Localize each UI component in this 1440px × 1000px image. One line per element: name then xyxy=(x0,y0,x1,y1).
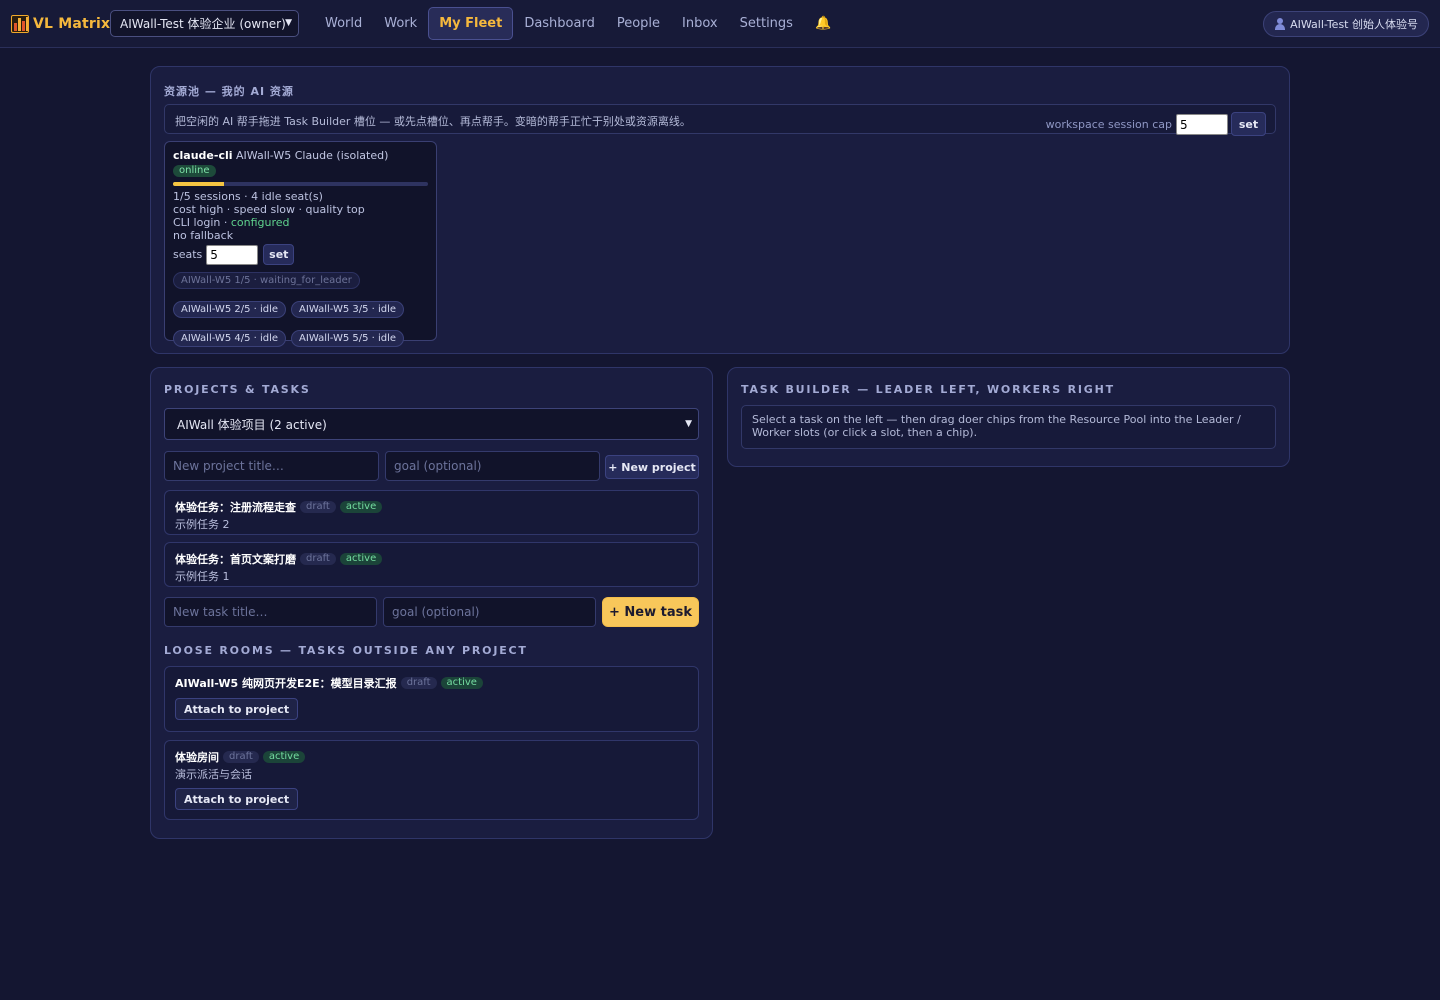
project-select[interactable]: AIWall 体验项目 (2 active) ▼ xyxy=(164,408,699,440)
cli-login-status: configured xyxy=(230,216,290,229)
draft-badge: draft xyxy=(400,677,437,689)
task-title-row: 体验任务：首页文案打磨 draft active xyxy=(175,551,688,567)
active-badge: active xyxy=(262,751,306,763)
brand[interactable]: VL Matrix xyxy=(11,14,110,34)
cli-login-label: CLI login · xyxy=(173,216,231,229)
doer-header: claude-cli AIWall-W5 Claude (isolated) xyxy=(173,149,428,162)
chevron-down-icon: ▼ xyxy=(685,419,692,429)
user-menu-button[interactable]: AIWall-Test 创始人体验号 xyxy=(1263,11,1429,37)
matrix-logo-icon xyxy=(11,15,29,33)
workspace-select-value: AIWall-Test 体验企业 (owner) xyxy=(120,17,286,31)
doer-chip[interactable]: AIWall-W5 2/5 · idle xyxy=(173,301,287,318)
loose-room-card[interactable]: 体验房间 draft active 演示派活与会话 Attach to proj… xyxy=(164,740,699,820)
task-title: 体验任务：首页文案打磨 xyxy=(175,553,296,566)
attach-to-project-button[interactable]: Attach to project xyxy=(175,788,299,810)
doer-card[interactable]: claude-cli AIWall-W5 Claude (isolated) o… xyxy=(164,141,437,347)
draft-badge: draft xyxy=(223,751,259,763)
session-usage-meter-fill xyxy=(173,182,224,186)
new-project-goal-input[interactable]: goal (optional) xyxy=(385,451,600,481)
nav-work[interactable]: Work xyxy=(373,7,428,40)
nav-settings[interactable]: Settings xyxy=(729,7,804,40)
seats-input[interactable]: 5 xyxy=(206,244,259,265)
doer-sessions: 1/5 sessions · 4 idle seat(s) xyxy=(173,190,323,203)
room-title: AIWall-W5 纯网页开发E2E：模型目录汇报 xyxy=(175,677,397,690)
nav-inbox[interactable]: Inbox xyxy=(671,7,729,40)
task-builder-panel: TASK BUILDER — LEADER LEFT, WORKERS RIGH… xyxy=(727,367,1290,467)
attach-to-project-button[interactable]: Attach to project xyxy=(175,698,299,720)
seats-set-button[interactable]: set xyxy=(263,244,295,265)
bell-icon[interactable]: 🔔 xyxy=(804,7,842,40)
doer-name: AIWall-W5 Claude (isolated) xyxy=(236,149,389,162)
loose-room-card[interactable]: AIWall-W5 纯网页开发E2E：模型目录汇报 draft active A… xyxy=(164,666,699,732)
active-badge: active xyxy=(339,501,383,513)
task-builder-hint: Select a task on the left — then drag do… xyxy=(741,405,1276,449)
task-title-row: 体验房间 draft active xyxy=(175,749,688,765)
new-task-goal-input[interactable]: goal (optional) xyxy=(383,597,596,627)
loose-rooms-title: LOOSE ROOMS — TASKS OUTSIDE ANY PROJECT xyxy=(164,644,528,657)
resource-pool-info-bar: 把空闲的 AI 帮手拖进 Task Builder 槽位 — 或先点槽位、再点帮… xyxy=(164,104,1276,136)
nav-my-fleet[interactable]: My Fleet xyxy=(428,7,514,40)
user-icon xyxy=(1274,18,1286,30)
task-goal: 示例任务 1 xyxy=(175,570,230,583)
new-project-button[interactable]: + New project xyxy=(605,455,699,479)
resource-pool-title: 资源池 — 我的 AI 资源 xyxy=(164,85,294,98)
main-nav: World Work My Fleet Dashboard People Inb… xyxy=(314,7,842,40)
nav-dashboard[interactable]: Dashboard xyxy=(513,7,606,40)
project-select-value: AIWall 体验项目 (2 active) xyxy=(177,417,327,432)
session-usage-meter xyxy=(173,182,428,186)
session-cap-label: workspace session cap xyxy=(1045,118,1172,131)
nav-people[interactable]: People xyxy=(606,7,671,40)
room-goal: 演示派活与会话 xyxy=(175,768,252,781)
resource-pool-hint: 把空闲的 AI 帮手拖进 Task Builder 槽位 — 或先点槽位、再点帮… xyxy=(175,115,691,128)
projects-panel: PROJECTS & TASKS AIWall 体验项目 (2 active) … xyxy=(150,367,713,839)
task-title-row: AIWall-W5 纯网页开发E2E：模型目录汇报 draft active xyxy=(175,675,688,691)
status-badge: online xyxy=(173,165,216,177)
session-cap-set-button[interactable]: set xyxy=(1231,112,1266,136)
task-title-row: 体验任务：注册流程走查 draft active xyxy=(175,499,688,515)
doer-chip[interactable]: AIWall-W5 3/5 · idle xyxy=(291,301,405,318)
top-nav-bar: VL Matrix AIWall-Test 体验企业 (owner) ▼ Wor… xyxy=(0,0,1440,48)
doer-fallback: no fallback xyxy=(173,229,234,242)
doer-profile: cost high · speed slow · quality top xyxy=(173,203,365,216)
task-title: 体验任务：注册流程走查 xyxy=(175,501,296,514)
task-goal: 示例任务 2 xyxy=(175,518,230,531)
seats-label: seats xyxy=(173,248,203,261)
doer-cli-login: CLI login · configured xyxy=(173,216,428,229)
resource-pool-panel: 资源池 — 我的 AI 资源 把空闲的 AI 帮手拖进 Task Builder… xyxy=(150,66,1290,354)
workspace-select[interactable]: AIWall-Test 体验企业 (owner) ▼ xyxy=(110,10,299,37)
task-card[interactable]: 体验任务：注册流程走查 draft active 示例任务 2 xyxy=(164,490,699,535)
new-task-button[interactable]: + New task xyxy=(602,597,699,627)
projects-title: PROJECTS & TASKS xyxy=(164,383,311,396)
seats-row: seats 5 set xyxy=(173,244,428,265)
task-card[interactable]: 体验任务：首页文案打磨 draft active 示例任务 1 xyxy=(164,542,699,587)
active-badge: active xyxy=(440,677,483,689)
doer-chip[interactable]: AIWall-W5 1/5 · waiting_for_leader xyxy=(173,272,360,289)
chevron-down-icon: ▼ xyxy=(285,18,292,28)
active-badge: active xyxy=(339,553,383,565)
draft-badge: draft xyxy=(300,553,336,565)
doer-details: 1/5 sessions · 4 idle seat(s) cost high … xyxy=(173,190,428,242)
doer-chips: AIWall-W5 1/5 · waiting_for_leader AIWal… xyxy=(173,272,428,347)
doer-chip[interactable]: AIWall-W5 4/5 · idle xyxy=(173,330,287,347)
new-task-title-input[interactable]: New task title… xyxy=(164,597,377,627)
nav-world[interactable]: World xyxy=(314,7,373,40)
doer-chip[interactable]: AIWall-W5 5/5 · idle xyxy=(291,330,405,347)
room-title: 体验房间 xyxy=(175,751,219,764)
session-cap-input[interactable]: 5 xyxy=(1176,114,1228,135)
task-builder-title: TASK BUILDER — LEADER LEFT, WORKERS RIGH… xyxy=(741,383,1115,396)
doer-kind: claude-cli xyxy=(173,149,233,162)
user-name: AIWall-Test 创始人体验号 xyxy=(1290,18,1418,31)
new-project-title-input[interactable]: New project title… xyxy=(164,451,379,481)
brand-name: VL Matrix xyxy=(33,16,111,32)
draft-badge: draft xyxy=(300,501,336,513)
